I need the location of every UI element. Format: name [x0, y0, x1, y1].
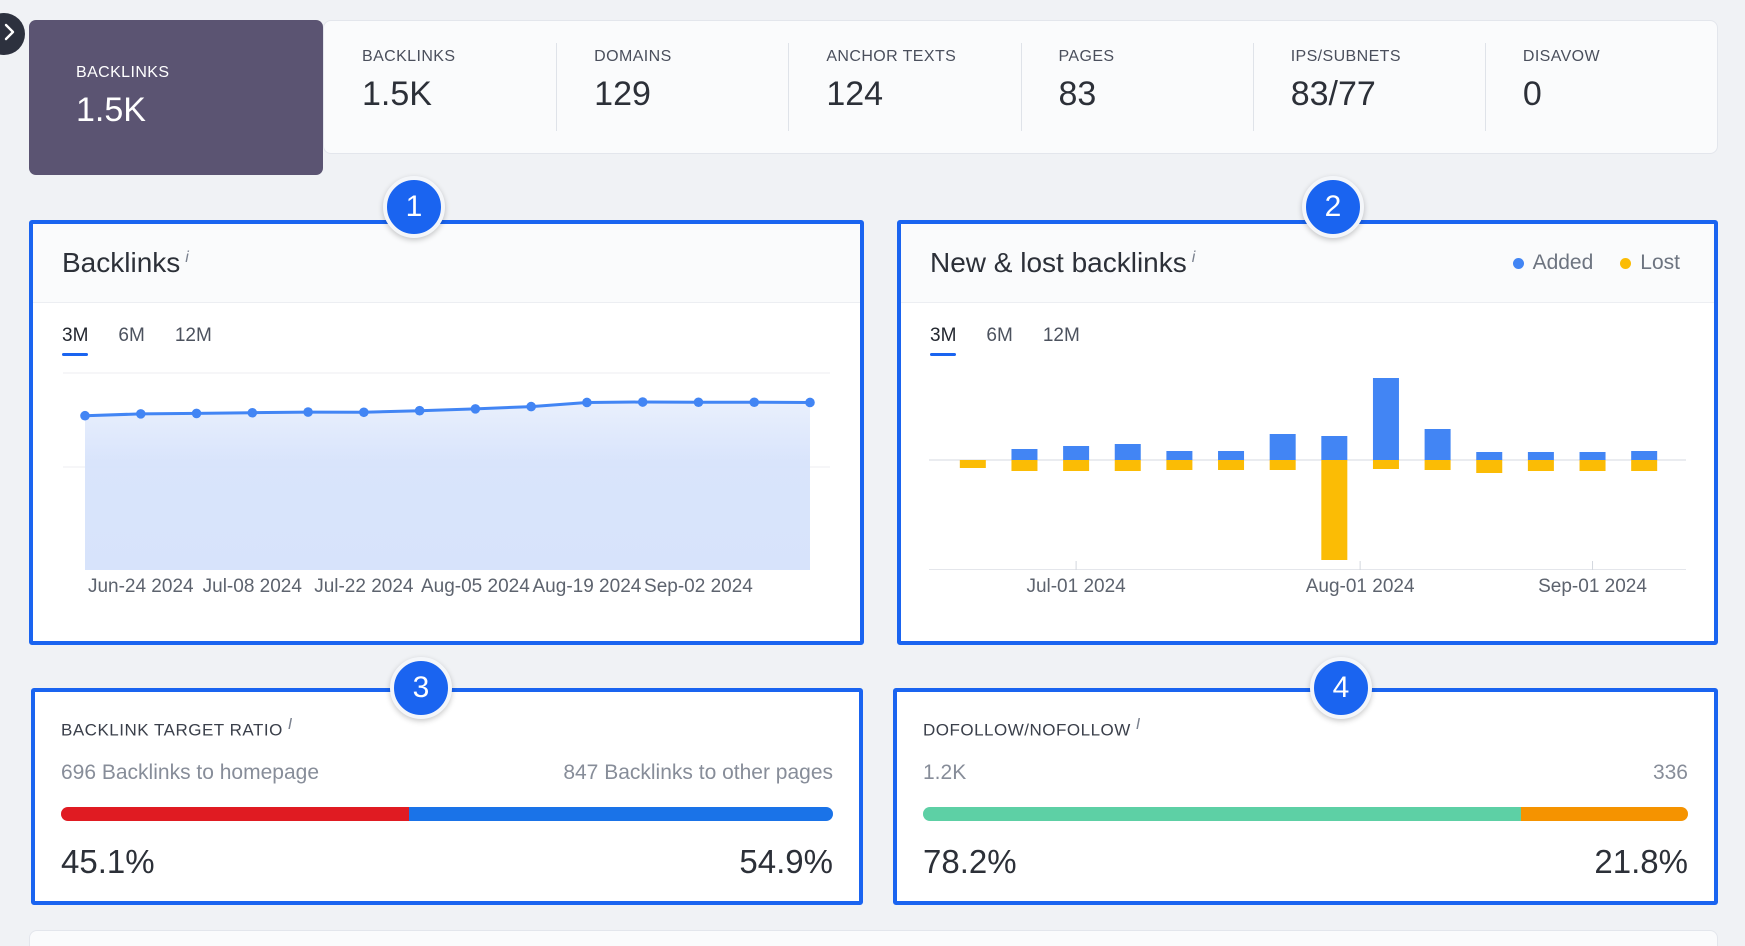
x-axis-tick-label: Jul-08 2024	[202, 576, 302, 597]
metric-label: DOMAINS	[594, 48, 672, 65]
x-axis-tick-label: Jul-01 2024	[1026, 576, 1126, 597]
backlinks-title: Backlinks	[62, 247, 181, 278]
metric-tab-ips-subnets[interactable]: IPS/SUBNETS 83/77	[1252, 21, 1485, 153]
backlinks-chart-x-axis: Jun-24 2024 Jul-08 2024 Jul-22 2024 Aug-05 …	[63, 570, 830, 604]
metric-tab-backlinks-selected[interactable]: BACKLINKS 1.5K	[29, 20, 323, 175]
metric-value: 1.5K	[362, 75, 432, 113]
dofollow-count: 1.2K	[923, 760, 967, 784]
dofollow-percent: 78.2%	[923, 842, 1017, 880]
metric-value: 83	[1058, 75, 1097, 113]
nofollow-bar-segment	[1521, 806, 1688, 821]
metric-value: 129	[594, 75, 651, 113]
legend-item-added[interactable]: Added	[1512, 251, 1594, 275]
target-ratio-body: BACKLINK TARGET RATIO i 696 Backlinks to …	[35, 692, 859, 881]
x-axis-tick-label: Sep-01 2024	[1538, 576, 1647, 597]
dofollow-percents: 78.2% 21.8%	[923, 843, 1688, 881]
legend-dot-added	[1512, 257, 1524, 269]
sidebar-collapse-handle[interactable]	[0, 13, 25, 55]
x-axis-tick-label: Aug-05 2024	[420, 576, 530, 597]
backlink-target-ratio-panel: BACKLINK TARGET RATIO i 696 Backlinks to …	[31, 688, 863, 905]
other-pages-percent: 54.9%	[739, 842, 833, 880]
homepage-percent: 45.1%	[61, 842, 155, 880]
page-title: New & lost backlinks i	[930, 247, 1195, 279]
x-axis-tick-label: Aug-19 2024	[532, 576, 642, 597]
metric-value: 1.5K	[76, 91, 146, 129]
target-ratio-bar-homepage	[61, 806, 410, 821]
backlinks-dashboard: BACKLINKS 1.5K DOMAINS 129 ANCHOR TEXTS …	[0, 0, 1745, 946]
callout-badge-1: 1	[383, 176, 445, 238]
next-panel-stub	[29, 930, 1718, 946]
dofollow-counts: 1.2K 336	[923, 761, 1688, 785]
metrics-bar: BACKLINKS 1.5K DOMAINS 129 ANCHOR TEXTS …	[29, 20, 1718, 175]
callout-badge-4: 4	[1310, 657, 1372, 719]
metric-tab-anchor-texts[interactable]: ANCHOR TEXTS 124	[788, 21, 1020, 153]
nofollow-percent: 21.8%	[1594, 842, 1688, 880]
chevron-right-icon	[0, 23, 16, 46]
dofollow-nofollow-panel: DOFOLLOW/NOFOLLOW i 1.2K 336 78.2% 21.8%	[893, 688, 1718, 905]
new-lost-range-tabs: 3M 6M 12M	[901, 303, 1714, 356]
range-tab-12m[interactable]: 12M	[1043, 325, 1080, 356]
metric-label: DISAVOW	[1522, 48, 1601, 65]
target-ratio-bar-other-pages	[409, 806, 833, 821]
nofollow-count: 336	[1652, 760, 1688, 784]
metric-label: ANCHOR TEXTS	[826, 48, 957, 65]
x-axis-tick-label: Aug-01 2024	[1305, 576, 1415, 597]
legend-dot-lost	[1620, 257, 1632, 269]
x-axis-tick-label: Jul-22 2024	[314, 576, 414, 597]
range-tab-3m[interactable]: 3M	[62, 325, 89, 356]
range-tab-6m[interactable]: 6M	[118, 325, 144, 356]
new-lost-panel-header: New & lost backlinks i Added Lost	[901, 224, 1714, 303]
legend-label-lost: Lost	[1640, 251, 1680, 274]
backlinks-range-tabs: 3M 6M 12M	[33, 303, 860, 356]
legend-item-lost[interactable]: Lost	[1620, 251, 1680, 275]
new-lost-bar-chart-svg	[929, 378, 1686, 570]
backlinks-panel-header: Backlinks i	[33, 224, 860, 303]
homepage-backlinks-count: 696 Backlinks to homepage	[61, 760, 319, 784]
dofollow-ratio-bar	[923, 806, 1688, 821]
target-ratio-counts: 696 Backlinks to homepage 847 Backlinks …	[61, 761, 833, 785]
backlinks-chart-panel: Backlinks i 3M 6M 12M Jun-24 2024 Jul-08 2…	[29, 220, 864, 645]
metric-label: BACKLINKS	[76, 64, 170, 81]
metrics-card: BACKLINKS 1.5K DOMAINS 129 ANCHOR TEXTS …	[323, 20, 1718, 154]
dofollow-bar-segment	[923, 806, 1522, 821]
new-lost-chart-x-axis: Jul-01 2024 Aug-01 2024 Sep-01 2024	[929, 570, 1686, 604]
backlinks-area-chart[interactable]: Jun-24 2024 Jul-08 2024 Jul-22 2024 Aug-05 …	[63, 370, 830, 604]
other-pages-backlinks-count: 847 Backlinks to other pages	[563, 760, 833, 784]
new-lost-legend: Added Lost	[1512, 251, 1680, 275]
x-axis-tick-label: Jun-24 2024	[87, 576, 194, 597]
target-ratio-title-text: BACKLINK TARGET RATIO	[61, 720, 283, 740]
info-icon[interactable]: i	[1136, 716, 1141, 733]
metric-value: 0	[1522, 75, 1542, 113]
dofollow-title: DOFOLLOW/NOFOLLOW i	[923, 716, 1688, 741]
target-ratio-percents: 45.1% 54.9%	[61, 843, 833, 881]
range-tab-6m[interactable]: 6M	[986, 325, 1012, 356]
dofollow-body: DOFOLLOW/NOFOLLOW i 1.2K 336 78.2% 21.8%	[897, 692, 1714, 881]
metric-label: PAGES	[1058, 48, 1115, 65]
target-ratio-bar	[61, 806, 833, 821]
callout-badge-3: 3	[390, 657, 452, 719]
metric-tab-pages[interactable]: PAGES 83	[1020, 21, 1253, 153]
target-ratio-title: BACKLINK TARGET RATIO i	[61, 716, 833, 741]
metric-label: BACKLINKS	[362, 48, 456, 65]
metric-value: 83/77	[1290, 75, 1376, 113]
new-lost-bar-chart[interactable]: Jul-01 2024 Aug-01 2024 Sep-01 2024	[929, 370, 1686, 604]
new-lost-title: New & lost backlinks	[930, 247, 1187, 278]
dofollow-title-text: DOFOLLOW/NOFOLLOW	[923, 720, 1131, 740]
range-tab-12m[interactable]: 12M	[175, 325, 212, 356]
metric-tab-domains[interactable]: DOMAINS 129	[556, 21, 788, 153]
metric-label: IPS/SUBNETS	[1290, 48, 1401, 65]
backlinks-area-chart-svg	[63, 372, 830, 570]
metric-tab-disavow[interactable]: DISAVOW 0	[1484, 21, 1717, 153]
page-title: Backlinks i	[62, 247, 189, 279]
info-icon[interactable]: i	[288, 716, 293, 733]
new-lost-backlinks-panel: New & lost backlinks i Added Lost 3M 6M 1…	[897, 220, 1718, 645]
info-icon[interactable]: i	[185, 249, 189, 266]
range-tab-3m[interactable]: 3M	[930, 325, 957, 356]
info-icon[interactable]: i	[1192, 249, 1196, 266]
legend-label-added: Added	[1532, 251, 1594, 274]
metric-tab-backlinks[interactable]: BACKLINKS 1.5K	[324, 21, 556, 153]
callout-badge-2: 2	[1302, 176, 1364, 238]
metric-value: 124	[826, 75, 884, 113]
x-axis-tick-label: Sep-02 2024	[644, 576, 753, 597]
